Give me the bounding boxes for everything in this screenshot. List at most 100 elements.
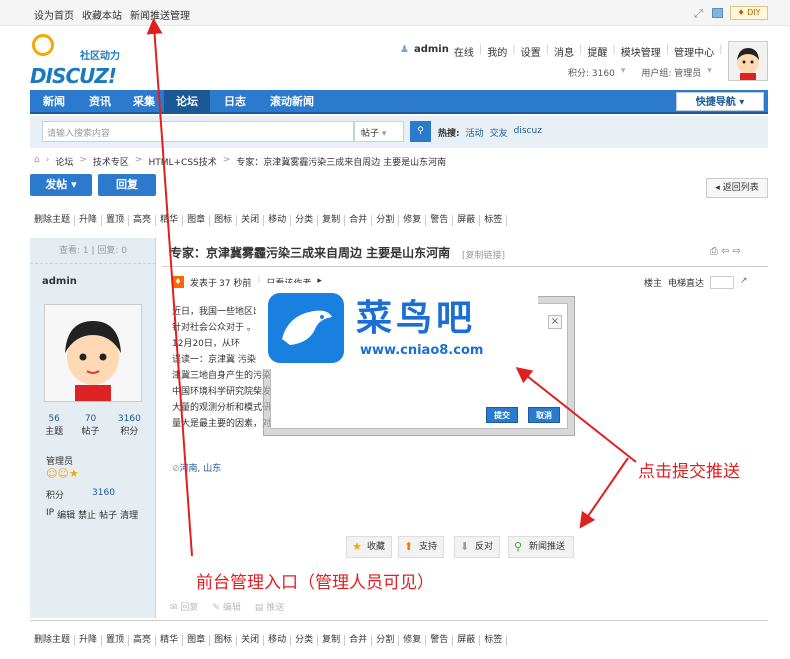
diy-button[interactable]: ♦ DIY <box>730 6 768 20</box>
module-admin-link[interactable]: 模块管理 <box>621 44 661 59</box>
go-icon[interactable]: ↗ <box>740 276 748 289</box>
mod-action-10[interactable]: 复制 <box>318 635 346 646</box>
search-type-select[interactable]: 帖子 ▾ <box>354 121 404 142</box>
mod-action-6[interactable]: 图标 <box>210 635 238 646</box>
breadcrumb-htmlcss[interactable]: HTML+CSS技术 <box>148 155 216 168</box>
reply-button[interactable]: 回复 <box>98 174 156 196</box>
nav-item-scrolling-news[interactable]: 滚动新闻 <box>260 90 324 114</box>
mod-action-16[interactable]: 标签 <box>480 635 508 646</box>
author-avatar[interactable] <box>44 304 142 402</box>
settings-link[interactable]: 设置 <box>521 44 541 59</box>
user-group[interactable]: 用户组: 管理员 <box>641 66 701 79</box>
clean-link[interactable]: 清理 <box>120 508 138 521</box>
mod-action-0[interactable]: 删除主题 <box>30 215 76 226</box>
nav-item-blog[interactable]: 日志 <box>214 90 256 114</box>
avatar[interactable] <box>728 41 768 81</box>
hot-word[interactable]: 交友 <box>490 126 508 139</box>
mod-action-7[interactable]: 关闭 <box>237 635 265 646</box>
dialog-submit-button[interactable]: 提交 <box>486 407 518 423</box>
ip-link[interactable]: IP <box>46 508 54 521</box>
ban-link[interactable]: 禁止 <box>78 508 96 521</box>
home-icon[interactable]: ⌂ <box>34 155 40 168</box>
mod-action-3[interactable]: 高亮 <box>129 635 157 646</box>
mod-action-16[interactable]: 标签 <box>480 215 508 226</box>
edit-post-link[interactable]: ✎ 编辑 <box>212 600 240 613</box>
stat-threads[interactable]: 56 主题 <box>45 414 63 437</box>
stat-points[interactable]: 3160 积分 <box>118 414 141 437</box>
copy-link[interactable]: [复制链接] <box>462 248 505 261</box>
admin-center-link[interactable]: 管理中心 <box>674 44 714 59</box>
author-name[interactable]: admin <box>42 276 77 287</box>
thumbs-up-icon: ⬆ <box>404 540 414 553</box>
mod-action-11[interactable]: 合并 <box>345 215 373 226</box>
site-logo[interactable]: 社区动力 DISCUZ! <box>30 32 140 88</box>
hot-word[interactable]: discuz <box>514 126 542 139</box>
mod-action-13[interactable]: 修复 <box>399 635 427 646</box>
mod-action-1[interactable]: 升降 <box>75 215 103 226</box>
news-push-admin-link[interactable]: 新闻推送管理 <box>130 7 190 22</box>
search-button[interactable]: ⚲ <box>410 121 431 142</box>
dialog-close-button[interactable]: × <box>548 315 562 329</box>
floor-jump-input[interactable] <box>710 276 735 289</box>
username-link[interactable]: admin <box>414 44 449 59</box>
author-group[interactable]: 管理员 <box>46 454 73 467</box>
breadcrumb-tech[interactable]: 技术专区 <box>93 155 129 168</box>
new-post-button[interactable]: 发帖 ▾ <box>30 174 92 196</box>
search-input[interactable]: 请输入搜索内容 <box>42 121 354 142</box>
quick-nav-button[interactable]: 快捷导航 ▾ <box>676 92 764 111</box>
oppose-button[interactable]: ⬇ 反对 <box>454 536 500 558</box>
messages-link[interactable]: 消息 <box>554 44 574 59</box>
news-push-button[interactable]: ⚲ 新闻推送 <box>508 536 574 558</box>
mod-action-8[interactable]: 移动 <box>264 635 292 646</box>
mod-action-4[interactable]: 精华 <box>156 635 184 646</box>
mod-action-1[interactable]: 升降 <box>75 635 103 646</box>
mod-action-14[interactable]: 警告 <box>426 215 454 226</box>
push-link[interactable]: ▤ 推送 <box>255 600 284 613</box>
mod-action-14[interactable]: 警告 <box>426 635 454 646</box>
set-homepage-link[interactable]: 设为首页 <box>34 7 74 22</box>
my-link[interactable]: 我的 <box>487 44 507 59</box>
back-to-list-button[interactable]: ◂ 返回列表 <box>706 178 768 198</box>
mod-action-5[interactable]: 图章 <box>183 635 211 646</box>
mod-action-11[interactable]: 合并 <box>345 635 373 646</box>
user-points[interactable]: 积分: 3160 <box>568 66 615 79</box>
breadcrumb-forum[interactable]: 论坛 <box>55 155 73 168</box>
nav-item-news[interactable]: 新闻 <box>34 90 74 114</box>
mod-action-5[interactable]: 图章 <box>183 215 211 226</box>
edit-link[interactable]: 编辑 <box>57 508 75 521</box>
dialog-cancel-button[interactable]: 取消 <box>528 407 560 423</box>
mod-action-9[interactable]: 分类 <box>291 215 319 226</box>
mod-action-8[interactable]: 移动 <box>264 215 292 226</box>
hot-word[interactable]: 活动 <box>466 126 484 139</box>
fullscreen-icon[interactable]: ⤢ <box>694 7 703 21</box>
bookmark-link[interactable]: 收藏本站 <box>82 7 122 22</box>
mod-action-12[interactable]: 分割 <box>372 635 400 646</box>
post-tags[interactable]: ⊘河南, 山东 <box>172 461 221 474</box>
mod-action-12[interactable]: 分割 <box>372 215 400 226</box>
mod-action-4[interactable]: 精华 <box>156 215 184 226</box>
style-icon[interactable] <box>712 8 723 18</box>
breadcrumb-thread[interactable]: 专家：京津冀雾霾污染三成来自周边 主要是山东河南 <box>236 155 446 168</box>
online-status[interactable]: 在线 <box>454 44 474 59</box>
mod-action-2[interactable]: 置顶 <box>102 635 130 646</box>
mod-action-13[interactable]: 修复 <box>399 215 427 226</box>
mod-action-2[interactable]: 置顶 <box>102 215 130 226</box>
favorite-button[interactable]: ★ 收藏 <box>346 536 392 558</box>
nav-item-info[interactable]: 资讯 <box>78 90 122 114</box>
mod-action-9[interactable]: 分类 <box>291 635 319 646</box>
mod-action-7[interactable]: 关闭 <box>237 215 265 226</box>
print-prev-next-icons[interactable]: ⎙⇦⇨ <box>710 246 744 257</box>
mod-action-3[interactable]: 高亮 <box>129 215 157 226</box>
nav-item-forum[interactable]: 论坛 <box>164 90 210 114</box>
mod-action-15[interactable]: 屏蔽 <box>453 635 481 646</box>
posts-link[interactable]: 帖子 <box>99 508 117 521</box>
nav-item-collect[interactable]: 采集 <box>126 90 162 114</box>
support-button[interactable]: ⬆ 支持 <box>398 536 444 558</box>
mod-action-15[interactable]: 屏蔽 <box>453 215 481 226</box>
mod-action-0[interactable]: 删除主题 <box>30 635 76 646</box>
mod-action-10[interactable]: 复制 <box>318 215 346 226</box>
reply-link[interactable]: ✉ 回复 <box>170 600 198 613</box>
reminders-link[interactable]: 提醒 <box>587 44 607 59</box>
stat-posts[interactable]: 70 帖子 <box>82 414 100 437</box>
mod-action-6[interactable]: 图标 <box>210 215 238 226</box>
